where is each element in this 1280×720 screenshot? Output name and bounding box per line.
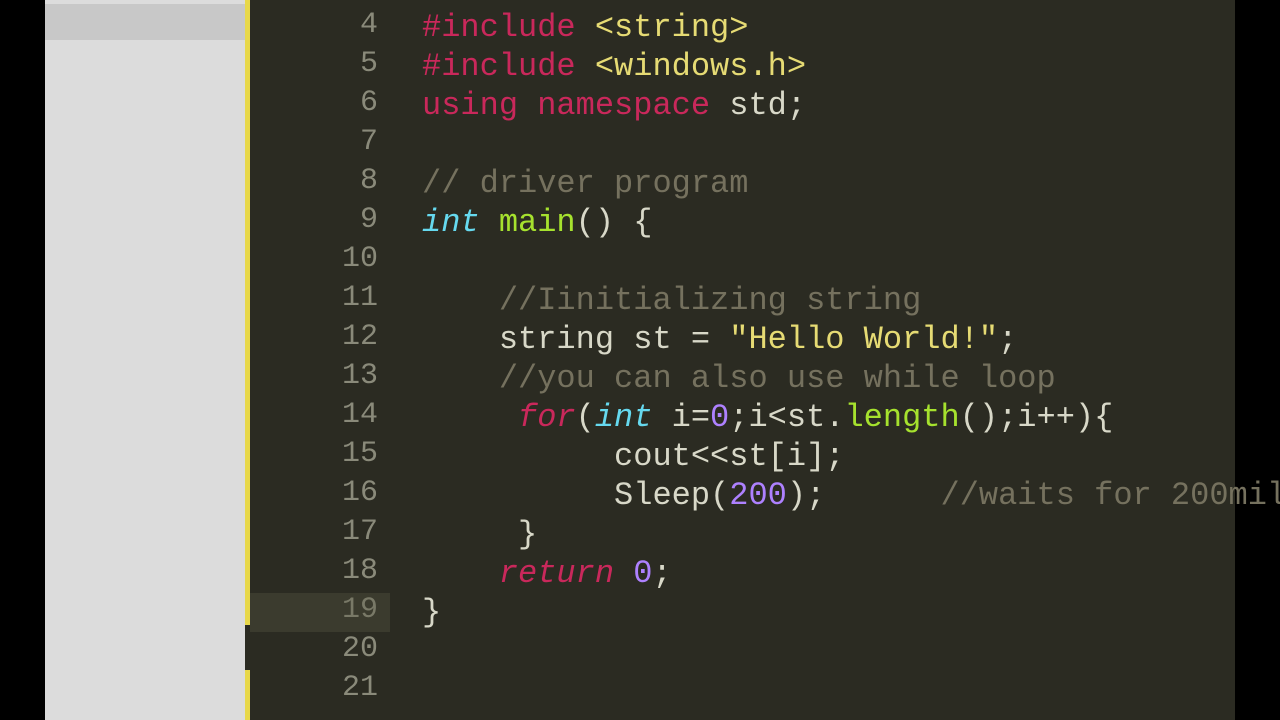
token-id: st. [787,399,845,436]
line-number[interactable]: 15 [248,437,378,471]
line-number[interactable]: 5 [248,47,378,81]
token-num: 0 [633,555,652,592]
line-number[interactable]: 10 [248,242,378,276]
line-number[interactable]: 14 [248,398,378,432]
token-num: 200 [729,477,787,514]
token-pp: #include [422,9,576,46]
token-cmt: // driver program [422,165,748,202]
token-id: i [652,399,690,436]
left-sidebar [45,0,250,720]
code-line[interactable]: return 0; [422,554,672,593]
line-number[interactable]: 17 [248,515,378,549]
token-fn: length [844,399,959,436]
token-str: <string> [595,9,749,46]
code-line[interactable]: #include <windows.h> [422,47,806,86]
code-line[interactable]: Sleep(200); //waits for 200milliseco [422,476,1280,515]
token-id [576,9,595,46]
token-num: 0 [710,399,729,436]
token-id [499,399,518,436]
token-id: } [422,594,441,631]
line-number[interactable]: 18 [248,554,378,588]
token-pp: namespace [537,87,710,124]
token-str: <windows.h> [595,48,806,85]
token-punc: < [768,399,787,436]
token-pp: using [422,87,518,124]
token-id: ; [652,555,671,592]
line-number[interactable]: 12 [248,320,378,354]
token-id: ();i [960,399,1037,436]
token-cmt: //Iinitializing string [499,282,921,319]
code-line[interactable]: //you can also use while loop [422,359,1056,398]
code-area[interactable]: #include <string>#include <windows.h>usi… [390,0,1235,720]
token-punc: ++ [1037,399,1075,436]
token-id: ; [998,321,1017,358]
line-number[interactable]: 20 [248,632,378,666]
code-line[interactable]: } [422,593,441,632]
token-id [576,48,595,85]
token-id: ); [787,477,941,514]
line-number[interactable]: 9 [248,203,378,237]
line-number[interactable]: 21 [248,671,378,705]
token-kw: for [518,399,576,436]
token-str: "Hello World!" [729,321,998,358]
editor-frame: 456789101112131415161718192021 #include … [45,0,1235,720]
token-type: int [422,204,480,241]
code-line[interactable]: } [422,515,537,554]
code-line[interactable]: //Iinitializing string [422,281,921,320]
line-number[interactable]: 16 [248,476,378,510]
token-punc: << [691,438,729,475]
token-id: () { [576,204,653,241]
token-kw: return [499,555,614,592]
code-line[interactable]: cout<<st[i]; [422,437,844,476]
token-cmt: //you can also use while loop [499,360,1056,397]
line-number[interactable]: 4 [248,8,378,42]
token-id: st[i]; [729,438,844,475]
token-id: ;i [729,399,767,436]
token-id: ){ [1075,399,1113,436]
token-pp: #include [422,48,576,85]
code-line[interactable]: // driver program [422,164,748,203]
token-id: cout [576,438,691,475]
code-line[interactable]: #include <string> [422,8,748,47]
token-id: ( [576,399,595,436]
token-punc: = [691,321,729,358]
token-id: string st [499,321,691,358]
code-line[interactable]: int main() { [422,203,652,242]
token-id [480,204,499,241]
line-number[interactable]: 6 [248,86,378,120]
token-cmt: //waits for 200milliseco [940,477,1280,514]
token-id: Sleep( [576,477,730,514]
token-id: std; [710,87,806,124]
code-line[interactable]: string st = "Hello World!"; [422,320,1017,359]
line-number[interactable]: 13 [248,359,378,393]
code-line[interactable]: for(int i=0;i<st.length();i++){ [422,398,1113,437]
token-id [518,87,537,124]
token-id [614,555,633,592]
line-number[interactable]: 8 [248,164,378,198]
token-id: } [499,516,537,553]
token-fn: main [499,204,576,241]
code-line[interactable]: using namespace std; [422,86,806,125]
token-punc: = [691,399,710,436]
line-number[interactable]: 7 [248,125,378,159]
line-number[interactable]: 11 [248,281,378,315]
token-type: int [595,399,653,436]
sidebar-header-strip [45,4,250,40]
